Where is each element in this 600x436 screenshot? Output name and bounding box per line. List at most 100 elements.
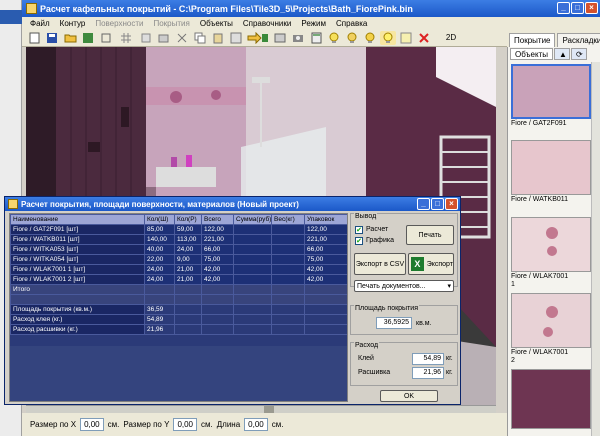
glue-field[interactable]: 54,89 (412, 353, 444, 365)
catalog-up-icon[interactable]: ▲ (554, 48, 570, 60)
minimize-button[interactable]: _ (557, 2, 570, 14)
value-cell[interactable] (174, 284, 202, 295)
table-row[interactable]: Fiore / WLAK7001 2 [шт] 24,00 21,00 42,00 42… (10, 274, 347, 285)
row-label-cell[interactable]: Площадь покрытия (кв.м.) (10, 304, 145, 315)
value-cell[interactable]: 21,00 (174, 264, 202, 275)
tile-swatch[interactable] (511, 64, 591, 119)
value-cell[interactable] (271, 274, 305, 285)
value-cell[interactable]: 85,00 (144, 224, 175, 235)
value-cell[interactable] (271, 254, 305, 265)
value-cell[interactable] (233, 324, 272, 335)
value-cell[interactable] (271, 264, 305, 275)
close-button[interactable]: × (585, 2, 598, 14)
length-field[interactable]: 0,00 (244, 418, 268, 431)
grout-field[interactable]: 21,96 (412, 367, 444, 379)
size-x-field[interactable]: 0,00 (80, 418, 104, 431)
value-cell[interactable] (233, 254, 272, 265)
value-cell[interactable] (233, 314, 272, 325)
lamp-icon[interactable] (362, 31, 378, 45)
table-row[interactable]: Итого (10, 284, 347, 295)
catalog-scrollbar[interactable] (591, 62, 600, 436)
print-docs-select[interactable]: Печать документов... ▾ (354, 280, 454, 292)
mode-2d-button[interactable]: 2D (442, 31, 460, 45)
area-field[interactable]: 36,5925 (376, 317, 412, 329)
tile-swatch[interactable] (511, 369, 591, 429)
cut-icon[interactable] (174, 31, 190, 45)
value-cell[interactable]: 122,00 (304, 224, 347, 235)
value-cell[interactable] (233, 224, 272, 235)
note-icon[interactable] (398, 31, 414, 45)
contour-icon[interactable] (98, 31, 114, 45)
value-cell[interactable] (233, 284, 272, 295)
graphics-checkbox[interactable]: ✔ (355, 237, 363, 245)
row-label-cell[interactable]: Fiore / WLAK7001 1 [шт] (10, 264, 145, 275)
dialog-close-button[interactable]: × (445, 198, 458, 210)
value-cell[interactable]: 221,00 (201, 234, 234, 245)
bright-bulb-icon[interactable] (380, 30, 396, 45)
value-cell[interactable]: 113,00 (174, 234, 202, 245)
table-row[interactable]: Fiore / WITKA053 [шт] 40,00 24,00 66,00 66,0… (10, 244, 347, 255)
value-cell[interactable] (174, 304, 202, 315)
value-cell[interactable]: 21,96 (144, 324, 175, 335)
table-row[interactable] (10, 294, 347, 305)
value-cell[interactable] (233, 264, 272, 275)
maximize-button[interactable]: □ (571, 2, 584, 14)
column-header[interactable]: Всего (201, 214, 234, 225)
value-cell[interactable] (201, 304, 234, 315)
value-cell[interactable]: 54,89 (144, 314, 175, 325)
calc-checkbox[interactable]: ✔ (355, 226, 363, 234)
table-row[interactable]: Площадь покрытия (кв.м.) 36,59 (10, 304, 347, 315)
value-cell[interactable] (144, 284, 175, 295)
value-cell[interactable] (233, 274, 272, 285)
size-y-field[interactable]: 0,00 (173, 418, 198, 431)
menu-surfaces[interactable]: Поверхности (95, 19, 143, 28)
value-cell[interactable]: 22,00 (144, 254, 175, 265)
row-label-cell[interactable]: Fiore / WITKA054 [шт] (10, 254, 145, 265)
column-header[interactable]: Наименование (10, 214, 145, 225)
value-cell[interactable] (304, 304, 347, 315)
value-cell[interactable]: 24,00 (144, 264, 175, 275)
value-cell[interactable]: 66,00 (201, 244, 234, 255)
transfer-arrow-icon[interactable] (246, 31, 270, 45)
value-cell[interactable]: 24,00 (174, 244, 202, 255)
value-cell[interactable] (201, 294, 234, 305)
column-header[interactable]: Сумма(руб) (233, 214, 272, 225)
row-label-cell[interactable]: Fiore / GAT2F091 [шт] (10, 224, 145, 235)
menu-coverings[interactable]: Покрытия (153, 19, 189, 28)
row-label-cell[interactable] (10, 294, 145, 305)
results-grid[interactable]: Наименование Кол(Ш) Кол(Р) Всего Сумма(р… (9, 213, 348, 402)
menu-help[interactable]: Справка (336, 19, 367, 28)
value-cell[interactable] (271, 224, 305, 235)
value-cell[interactable] (233, 244, 272, 255)
menu-contour[interactable]: Контур (60, 19, 86, 28)
value-cell[interactable] (271, 244, 305, 255)
new-file-icon[interactable] (26, 31, 42, 45)
layers-icon[interactable] (156, 31, 172, 45)
value-cell[interactable] (271, 234, 305, 245)
value-cell[interactable]: 66,00 (304, 244, 347, 255)
dialog-maximize-button[interactable]: □ (431, 198, 444, 210)
value-cell[interactable] (271, 294, 305, 305)
tile-swatch[interactable] (511, 140, 591, 195)
value-cell[interactable] (233, 304, 272, 315)
table-row[interactable]: Расход клея (кг.) 54,89 (10, 314, 347, 325)
value-cell[interactable] (271, 314, 305, 325)
value-cell[interactable]: 24,00 (144, 274, 175, 285)
calculator-icon[interactable] (308, 31, 324, 45)
delete-icon[interactable] (416, 31, 432, 45)
tab-objects[interactable]: Объекты (510, 48, 553, 60)
column-header[interactable]: Кол(Ш) (144, 214, 175, 225)
tile-swatch[interactable] (511, 217, 591, 272)
print-button[interactable]: Печать (406, 225, 454, 245)
menu-objects[interactable]: Объекты (200, 19, 233, 28)
value-cell[interactable] (304, 324, 347, 335)
value-cell[interactable]: 9,00 (174, 254, 202, 265)
value-cell[interactable] (201, 314, 234, 325)
value-cell[interactable]: 221,00 (304, 234, 347, 245)
export-button[interactable]: X Экспорт (408, 253, 454, 275)
column-header[interactable]: Упаковок (304, 214, 347, 225)
paste-icon[interactable] (210, 31, 226, 45)
value-cell[interactable]: 42,00 (304, 274, 347, 285)
select-icon[interactable] (138, 31, 154, 45)
tile-icon[interactable] (228, 31, 244, 45)
